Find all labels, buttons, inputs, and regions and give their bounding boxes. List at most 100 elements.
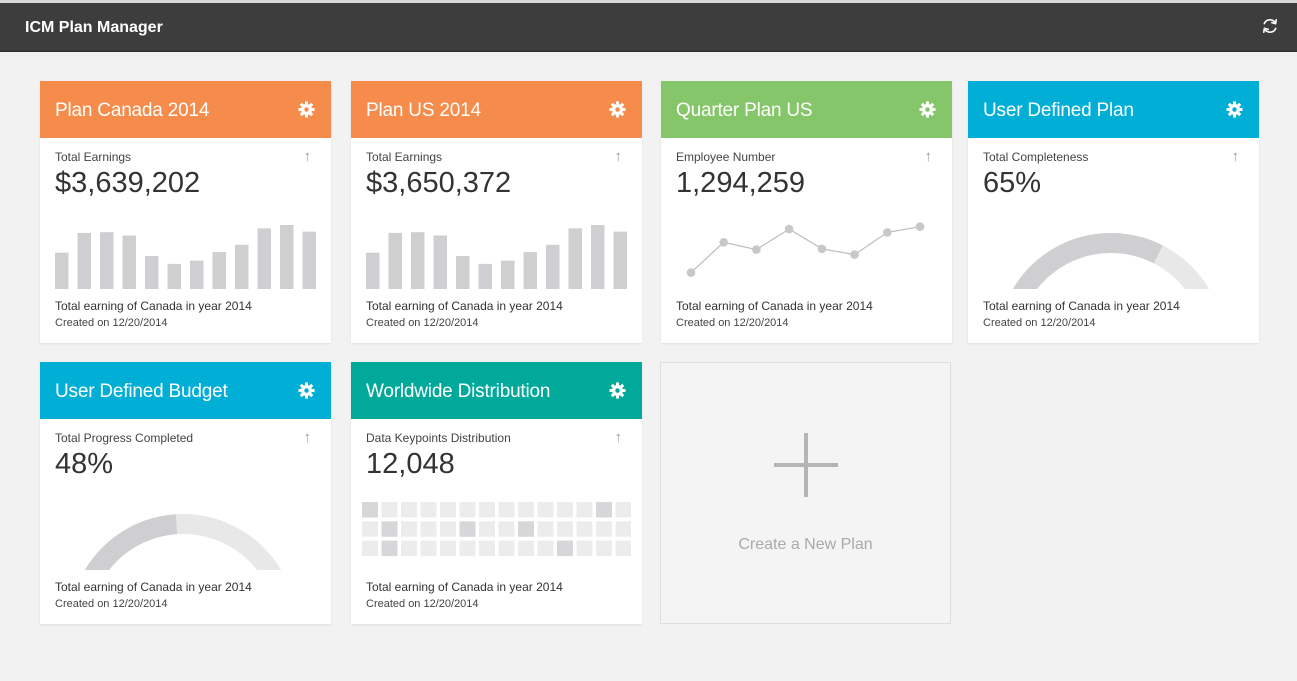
metric-label: Total Earnings (366, 150, 443, 164)
refresh-icon[interactable] (1259, 15, 1281, 37)
card-title: Plan US 2014 (366, 100, 481, 121)
bar (613, 231, 627, 289)
created-date: Created on 12/20/2014 (55, 598, 168, 610)
metric-value: 65% (983, 167, 1042, 199)
bar (167, 263, 181, 289)
created-date: Created on 12/20/2014 (55, 317, 168, 329)
arrow-up-icon[interactable]: ↑ (304, 148, 312, 165)
bar (456, 256, 470, 289)
arrow-up-icon[interactable]: ↑ (615, 429, 623, 446)
app-title: ICM Plan Manager (25, 19, 163, 36)
grid-cell (576, 521, 593, 537)
gear-icon[interactable] (919, 101, 936, 118)
grid-cell (557, 521, 573, 537)
grid-cell (615, 540, 631, 557)
data-point (752, 245, 761, 254)
app-header: ICM Plan Manager (0, 0, 1297, 52)
metric-value: 48% (55, 448, 114, 480)
card-title: User Defined Budget (55, 381, 228, 402)
grid-cell (576, 502, 593, 518)
bar (366, 252, 380, 289)
gear-icon[interactable] (1226, 101, 1243, 118)
grid-cell (596, 540, 612, 557)
grid-cell (459, 521, 476, 537)
bar (591, 225, 605, 289)
gear-icon[interactable] (609, 101, 626, 118)
grid-cell (362, 502, 378, 518)
created-date: Created on 12/20/2014 (366, 317, 479, 329)
plan-card[interactable]: Plan US 2014 Total Earnings ↑ $3,650,372 Tot… (351, 81, 642, 343)
bar (55, 252, 69, 289)
grid-cell (479, 540, 495, 557)
created-date: Created on 12/20/2014 (983, 317, 1096, 329)
grid-cell (420, 502, 437, 518)
created-date: Created on 12/20/2014 (366, 598, 479, 610)
bar (100, 232, 114, 289)
arrow-up-icon[interactable]: ↑ (925, 148, 933, 165)
metric-label: Employee Number (676, 150, 776, 164)
create-new-plan-label: Create a New Plan (738, 536, 873, 553)
metric-value: 12,048 (366, 448, 455, 480)
created-date: Created on 12/20/2014 (676, 317, 789, 329)
grid-cell (518, 502, 534, 518)
grid-cell (615, 502, 631, 518)
arrow-up-icon[interactable]: ↑ (304, 429, 312, 446)
grid-cell (381, 521, 398, 537)
bar (235, 244, 249, 289)
bar (190, 260, 204, 289)
card-title: User Defined Plan (983, 100, 1134, 121)
bar (212, 252, 226, 289)
arrow-up-icon[interactable]: ↑ (1232, 148, 1240, 165)
metric-label: Total Earnings (55, 150, 132, 164)
bar (433, 235, 447, 289)
plan-card[interactable]: Worldwide Distribution Data Keypoints Dis… (351, 362, 642, 624)
grid-cell (479, 521, 495, 537)
grid-cell (440, 540, 456, 557)
grid-cell (459, 540, 476, 557)
metric-value: $3,639,202 (55, 167, 201, 199)
bar (257, 228, 271, 289)
grid-cell (381, 540, 398, 557)
gear-icon[interactable] (298, 382, 315, 399)
grid-cell (537, 521, 554, 537)
bar (523, 252, 537, 289)
card-header: Plan Canada 2014 (40, 81, 331, 138)
plan-card[interactable]: Plan Canada 2014 Total Earnings ↑ $3,639,20… (40, 81, 331, 343)
grid-cell (498, 540, 515, 557)
arrow-up-icon[interactable]: ↑ (615, 148, 623, 165)
plan-card[interactable]: User Defined Plan Total Completeness ↑ 65% T… (968, 81, 1259, 343)
bar (280, 225, 294, 289)
data-point (686, 268, 696, 277)
plan-card[interactable]: User Defined Budget Total Progress Comple… (40, 362, 331, 624)
bar (122, 235, 136, 289)
create-new-plan-card[interactable]: Create a New Plan (660, 362, 951, 624)
gear-icon[interactable] (609, 382, 626, 399)
plan-card[interactable]: Quarter Plan US Employee Number ↑ 1,294,259… (661, 81, 952, 343)
bar-chart (55, 225, 316, 289)
grid-cell (537, 502, 554, 518)
gauge-fill (84, 514, 178, 570)
grid-cell (440, 521, 456, 537)
card-title: Plan Canada 2014 (55, 100, 210, 121)
grid-cell (498, 521, 515, 537)
gear-icon[interactable] (298, 101, 315, 118)
plus-icon (774, 433, 838, 497)
gauge-chart (1012, 232, 1210, 289)
card-header: User Defined Budget (40, 362, 331, 419)
card-header: Worldwide Distribution (351, 362, 642, 419)
card-header: Plan US 2014 (351, 81, 642, 138)
bar (501, 260, 515, 289)
data-point (850, 250, 859, 259)
bar (302, 231, 316, 289)
grid-cell (596, 502, 612, 518)
bar (546, 244, 560, 289)
gauge-chart (84, 514, 282, 570)
grid-cell (557, 502, 573, 518)
card-description: Total earning of Canada in year 2014 (55, 299, 252, 313)
data-point (784, 224, 794, 234)
card-description: Total earning of Canada in year 2014 (55, 580, 252, 594)
grid-cell (557, 540, 573, 557)
grid-cell (537, 540, 554, 557)
card-description: Total earning of Canada in year 2014 (366, 299, 563, 313)
grid-cell (576, 540, 593, 557)
